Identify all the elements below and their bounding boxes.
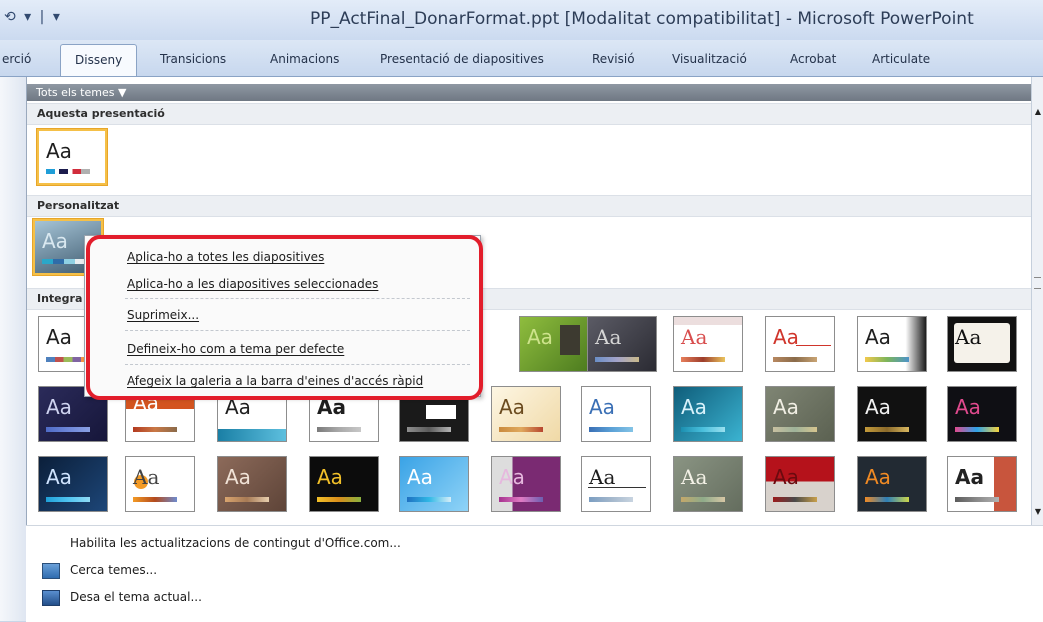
color-swatch: [865, 497, 909, 502]
tab-acrobat[interactable]: Acrobat: [790, 52, 836, 66]
color-swatch: [595, 357, 639, 362]
scroll-up-icon[interactable]: ▲: [1032, 105, 1043, 119]
window-title: PP_ActFinal_DonarFormat.ppt [Modalitat c…: [310, 9, 974, 29]
theme-terracotta[interactable]: Aa: [947, 456, 1017, 512]
color-swatch: [681, 497, 725, 502]
color-swatch: [955, 497, 999, 502]
color-swatch: [865, 357, 909, 362]
scroll-grip[interactable]: [1034, 277, 1041, 289]
tab-animacions[interactable]: Animacions: [270, 52, 339, 66]
ribbon-tabs: erció Disseny Transicions Animacions Pre…: [0, 40, 1043, 77]
theme-blue-clean[interactable]: Aa: [581, 386, 651, 442]
color-swatch: [407, 427, 451, 432]
theme-underline[interactable]: Aa: [581, 456, 651, 512]
color-swatch: [46, 497, 90, 502]
theme-crimson[interactable]: Aa: [765, 456, 835, 512]
color-swatch: [773, 497, 817, 502]
browse-themes[interactable]: Cerca temes...: [70, 563, 157, 577]
theme-apex[interactable]: Aa: [673, 316, 743, 372]
color-swatch: [589, 497, 633, 502]
color-swatch: [865, 427, 909, 432]
section-this-presentation: Aquesta presentació: [27, 103, 1032, 125]
browse-themes-icon: [42, 563, 60, 579]
color-swatch: [499, 427, 543, 432]
theme-dark-edge[interactable]: Aa: [857, 316, 927, 372]
scroll-down-icon[interactable]: ▼: [1032, 505, 1043, 519]
highlight-annotation: [86, 235, 483, 400]
theme-teal[interactable]: Aa: [673, 386, 743, 442]
tab-articulate[interactable]: Articulate: [872, 52, 930, 66]
color-swatch: [133, 427, 177, 432]
color-swatch: [317, 427, 361, 432]
theme-neon[interactable]: Aa: [947, 386, 1017, 442]
theme-olive[interactable]: Aa: [765, 386, 835, 442]
save-theme-icon: [42, 590, 60, 606]
theme-cream[interactable]: Aa: [491, 386, 561, 442]
slide-panel-edge: [0, 77, 27, 621]
tab-disseny[interactable]: Disseny: [60, 44, 138, 76]
color-swatch: [407, 497, 451, 502]
color-swatch: [773, 427, 817, 432]
save-current-theme[interactable]: Desa el tema actual...: [70, 590, 202, 604]
color-swatch: [225, 497, 269, 502]
theme-filter-bar[interactable]: Tots els temes ▼: [27, 84, 1032, 101]
title-bar: ⟲ ▾ | ▾ PP_ActFinal_DonarFormat.ppt [Mod…: [0, 0, 1043, 40]
color-swatch: [317, 497, 361, 502]
theme-grunge[interactable]: Aa: [947, 316, 1017, 372]
theme-orange-dark[interactable]: Aa: [857, 456, 927, 512]
theme-current[interactable]: Aa: [37, 129, 107, 185]
tab-transicions[interactable]: Transicions: [160, 52, 226, 66]
color-swatch: [46, 427, 90, 432]
color-swatch: [589, 427, 633, 432]
tab-visualitzacio[interactable]: Visualització: [672, 52, 747, 66]
section-custom: Personalitzat: [27, 195, 1032, 217]
theme-plum[interactable]: Aa: [491, 456, 561, 512]
color-swatch: [133, 497, 177, 502]
gallery-footer: Habilita les actualitzacions de contingu…: [26, 525, 1043, 622]
color-swatch: [773, 357, 817, 362]
color-swatch: [46, 169, 90, 174]
theme-green[interactable]: Aa: [519, 316, 589, 372]
color-swatch: [499, 497, 543, 502]
color-swatch: [681, 357, 725, 362]
color-swatch: [42, 259, 86, 264]
theme-gold-black[interactable]: Aa: [309, 456, 379, 512]
theme-midnight[interactable]: Aa: [38, 456, 108, 512]
tab-revisio[interactable]: Revisió: [592, 52, 635, 66]
theme-black-swoosh[interactable]: Aa: [857, 386, 927, 442]
gallery-scrollbar[interactable]: ▲ ▼: [1031, 77, 1043, 525]
theme-gray[interactable]: Aa: [587, 316, 657, 372]
theme-orange-dots[interactable]: Aa: [125, 456, 195, 512]
tab-insereix[interactable]: erció: [2, 52, 31, 66]
color-swatch: [955, 427, 999, 432]
theme-sky[interactable]: Aa: [399, 456, 469, 512]
theme-filter-label[interactable]: Tots els temes ▼: [27, 86, 126, 99]
color-swatch: [681, 427, 725, 432]
theme-brown[interactable]: Aa: [217, 456, 287, 512]
theme-sage[interactable]: Aa: [673, 456, 743, 512]
enable-office-updates[interactable]: Habilita les actualitzacions de contingu…: [70, 536, 401, 550]
quick-access-toolbar[interactable]: ⟲ ▾ | ▾: [4, 9, 62, 25]
tab-presentacio[interactable]: Presentació de diapositives: [380, 52, 544, 66]
theme-red-line[interactable]: Aa: [765, 316, 835, 372]
